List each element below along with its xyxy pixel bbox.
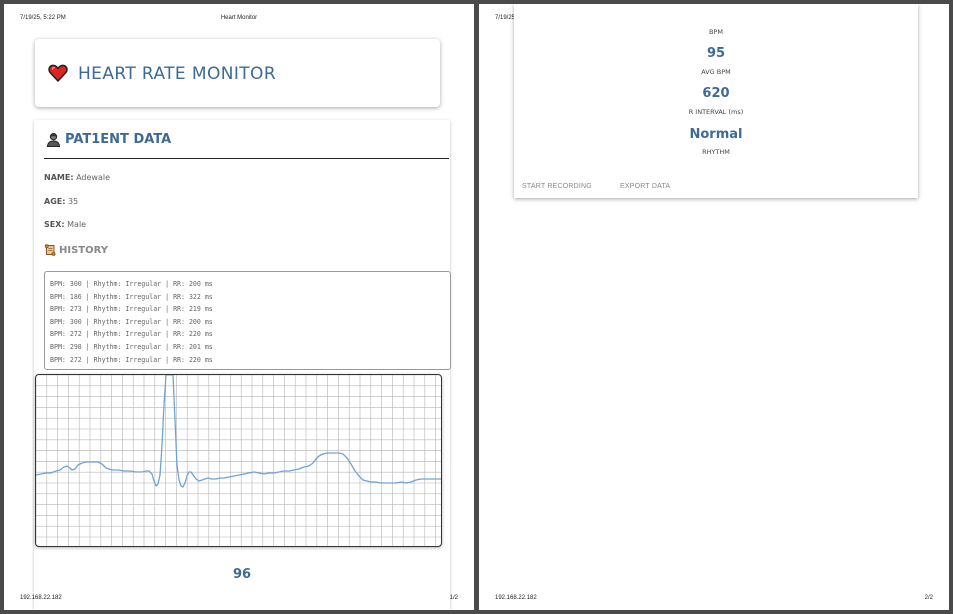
history-entry: BPM: 272 | Rhythm: Irregular | RR: 220 m… bbox=[50, 355, 213, 364]
print-page-1: 7/19/25, 5:22 PM Heart Monitor HEART RAT… bbox=[4, 4, 474, 610]
print-host: 192.168.22.182 bbox=[495, 595, 537, 601]
patient-sex-value: Male bbox=[67, 220, 87, 229]
scroll-icon bbox=[44, 244, 56, 256]
rr-interval-label: R INTERVAL (ms) bbox=[688, 108, 744, 116]
patient-age-field: AGE: 35 bbox=[44, 197, 78, 206]
start-recording-button[interactable]: START RECORDING bbox=[522, 183, 592, 190]
history-log[interactable]: BPM: 300 | Rhythm: Irregular | RR: 200 m… bbox=[44, 271, 451, 370]
ecg-grid bbox=[36, 375, 441, 546]
print-host: 192.168.22.182 bbox=[20, 595, 62, 601]
patient-name-value: Adewale bbox=[76, 173, 110, 182]
ecg-canvas bbox=[35, 374, 442, 547]
person-icon bbox=[46, 133, 61, 147]
history-entry: BPM: 300 | Rhythm: Irregular | RR: 200 m… bbox=[50, 280, 213, 288]
rhythm-label: RHYTHM bbox=[702, 148, 730, 156]
history-title: HISTORY bbox=[59, 244, 109, 256]
patient-data-header: PAT1ENT DATA bbox=[46, 132, 171, 147]
rhythm-value: Normal bbox=[689, 127, 743, 142]
print-page-number: 2/2 bbox=[924, 595, 933, 601]
bpm-label: BPM bbox=[709, 28, 723, 36]
history-header: HISTORY bbox=[44, 244, 108, 256]
heart-icon bbox=[48, 64, 68, 82]
avg-bpm-label: AVG BPM bbox=[701, 68, 731, 76]
print-page-number: 1/2 bbox=[449, 595, 458, 601]
patient-name-field: NAME: Adewale bbox=[44, 173, 110, 182]
history-entry: BPM: 298 | Rhythm: Irregular | RR: 201 m… bbox=[50, 343, 213, 351]
patient-data-title: PAT1ENT DATA bbox=[65, 132, 172, 147]
export-data-button[interactable]: EXPORT DATA bbox=[620, 183, 670, 190]
history-entry: BPM: 272 | Rhythm: Irregular | RR: 220 m… bbox=[50, 330, 213, 339]
current-bpm: 96 bbox=[232, 567, 252, 582]
section-divider bbox=[44, 158, 449, 159]
print-doc-title: Heart Monitor bbox=[220, 15, 258, 21]
history-entry: BPM: 186 | Rhythm: Irregular | RR: 322 m… bbox=[50, 292, 213, 301]
title-card: HEART RATE MONITOR bbox=[35, 39, 440, 107]
ecg-waveform bbox=[36, 375, 441, 488]
patient-sex-field: SEX: Male bbox=[44, 220, 86, 229]
patient-name-label: NAME: bbox=[44, 173, 74, 182]
rr-interval-value: 620 bbox=[702, 86, 730, 101]
patient-age-value: 35 bbox=[67, 197, 79, 206]
print-page-2: 7/19/25, 5:22 PM Heart Monitor BPM 95 AV… bbox=[479, 4, 949, 610]
history-entry: BPM: 300 | Rhythm: Irregular | RR: 200 m… bbox=[50, 317, 213, 326]
page-title: HEART RATE MONITOR bbox=[78, 64, 277, 84]
avg-bpm-value: 95 bbox=[706, 46, 726, 61]
patient-sex-label: SEX: bbox=[44, 220, 65, 229]
stats-card: BPM 95 AVG BPM 620 R INTERVAL (ms) Norma… bbox=[514, 4, 918, 198]
history-entry: BPM: 273 | Rhythm: Irregular | RR: 219 m… bbox=[50, 305, 213, 314]
ecg-chart bbox=[36, 375, 441, 546]
patient-age-label: AGE: bbox=[44, 197, 66, 206]
